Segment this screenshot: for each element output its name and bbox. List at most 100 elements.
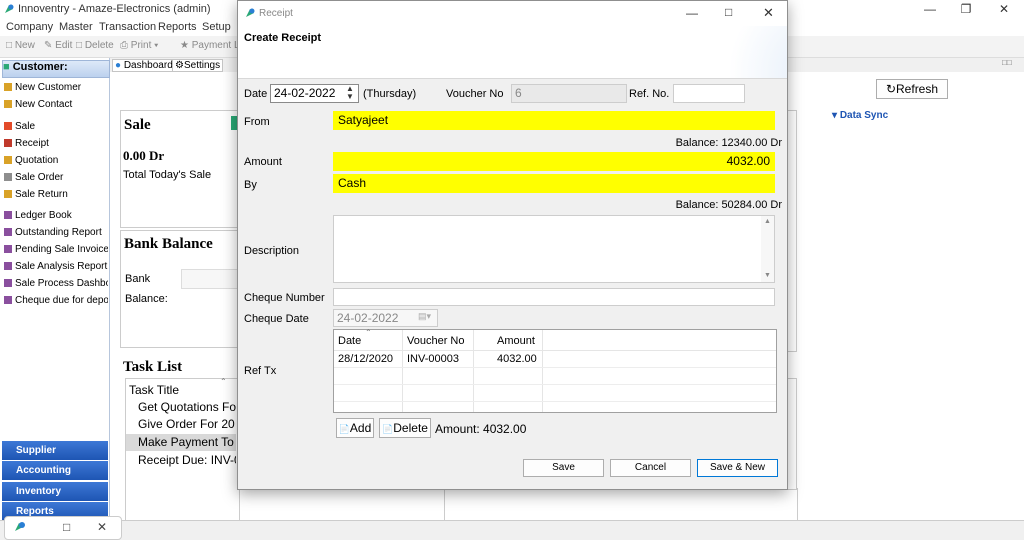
- cheque-icon: [4, 296, 12, 304]
- description-field[interactable]: [333, 215, 775, 283]
- scroll-up-icon[interactable]: ▲: [764, 218, 771, 225]
- cancel-button[interactable]: Cancel: [610, 459, 691, 477]
- scroll-down-icon[interactable]: ▼: [764, 272, 771, 279]
- sidebar-item-sale-order[interactable]: Sale Order: [4, 172, 108, 183]
- restore-icon[interactable]: □: [63, 520, 70, 534]
- reftx-cell-date[interactable]: 28/12/2020: [338, 353, 393, 365]
- sidebar-item-sale-return[interactable]: Sale Return: [4, 189, 108, 200]
- sidebar-item-cheque-due[interactable]: Cheque due for depos: [4, 295, 108, 306]
- sidebar-item-pending-sale-invoices[interactable]: Pending Sale Invoices: [4, 244, 108, 255]
- close-icon[interactable]: ✕: [994, 2, 1014, 16]
- sidebar-item-new-customer[interactable]: New Customer: [4, 82, 108, 93]
- bank-title: Bank Balance: [124, 236, 213, 252]
- sidebar-item-outstanding-report[interactable]: Outstanding Report: [4, 227, 108, 238]
- panel-controls-icon[interactable]: □□: [1002, 58, 1012, 67]
- restore-icon[interactable]: ❐: [956, 2, 976, 16]
- reftx-cell-voucher[interactable]: INV-00003: [407, 353, 459, 365]
- refresh-button[interactable]: ↻Refresh: [876, 79, 948, 99]
- add-icon: 📄: [338, 424, 350, 434]
- tab-settings[interactable]: ⚙Settings: [172, 59, 224, 72]
- task-title-column-header[interactable]: Task Title: [129, 383, 179, 397]
- dialog-minimize-icon[interactable]: —: [686, 6, 698, 20]
- sidebar-item-receipt[interactable]: Receipt: [4, 138, 108, 149]
- sidebar-header[interactable]: ■ Customer:: [2, 60, 110, 78]
- toolbar-delete-button[interactable]: □ Delete: [76, 40, 114, 51]
- menu-company[interactable]: Company: [6, 21, 53, 33]
- task-row[interactable]: Give Order For 20 L: [126, 416, 236, 433]
- sidebar-item-quotation[interactable]: Quotation: [4, 155, 108, 166]
- amount-field[interactable]: 4032.00: [333, 152, 775, 171]
- sidebar-section-inventory[interactable]: Inventory: [2, 482, 108, 501]
- grid-row-line: [334, 367, 776, 368]
- minimize-icon[interactable]: —: [920, 2, 940, 16]
- by-label: By: [244, 179, 257, 191]
- task-row-selected[interactable]: Make Payment To D: [126, 434, 236, 451]
- reftx-cell-amount[interactable]: 4032.00: [497, 353, 537, 365]
- menu-master[interactable]: Master: [59, 21, 93, 33]
- calendar-icon[interactable]: ▤▾: [418, 311, 431, 322]
- by-balance: Balance: 50284.00 Dr: [675, 199, 782, 211]
- date-spinner-icon[interactable]: ▲ ▼: [346, 85, 354, 101]
- cheque-date-label: Cheque Date: [244, 313, 309, 325]
- main-window-title: Innoventry - Amaze-Electronics (admin): [18, 3, 211, 15]
- toolbar-new-button[interactable]: □ New: [6, 40, 35, 51]
- reftx-col-amount[interactable]: Amount: [497, 335, 535, 347]
- date-label: Date: [244, 88, 268, 100]
- delete-icon: □: [76, 40, 83, 51]
- toolbar-print-button[interactable]: ⎙ Print ▾: [120, 40, 158, 51]
- bank-select[interactable]: [181, 269, 239, 289]
- dialog-close-icon[interactable]: ✕: [763, 5, 774, 21]
- minimized-window[interactable]: □ ✕: [4, 516, 122, 540]
- description-scrollbar[interactable]: ▲ ▼: [761, 216, 774, 282]
- from-field[interactable]: Satyajeet: [333, 111, 775, 130]
- app-logo-icon: [15, 522, 25, 531]
- tab-dashboard[interactable]: ● Dashboard: [112, 59, 176, 72]
- ref-label: Ref. No.: [629, 88, 670, 100]
- payment-icon: ★: [180, 40, 189, 51]
- gear-icon: ⚙: [175, 60, 184, 71]
- sidebar-item-new-contact[interactable]: New Contact: [4, 99, 108, 110]
- dialog-titlebar: Receipt — □ ✕: [238, 1, 787, 26]
- voucher-field: 6: [511, 84, 627, 103]
- close-icon[interactable]: ✕: [97, 520, 107, 534]
- menu-transaction[interactable]: Transaction: [99, 21, 156, 33]
- by-field[interactable]: Cash: [333, 174, 775, 193]
- menu-reports[interactable]: Reports: [158, 21, 197, 33]
- save-button[interactable]: Save: [523, 459, 604, 477]
- report-icon: [4, 245, 12, 253]
- sidebar-section-supplier[interactable]: Supplier: [2, 441, 108, 460]
- sidebar-item-sale[interactable]: Sale: [4, 121, 108, 132]
- from-balance: Balance: 12340.00 Dr: [675, 137, 782, 149]
- add-button[interactable]: 📄Add: [336, 418, 374, 438]
- chevron-down-icon: ▾: [154, 40, 159, 51]
- task-row[interactable]: Get Quotations For: [126, 399, 236, 416]
- task-row[interactable]: Receipt Due: INV-0: [126, 452, 236, 469]
- toolbar-payment-button[interactable]: ★ Payment Li: [180, 40, 242, 51]
- sidebar-item-ledger-book[interactable]: Ledger Book: [4, 210, 108, 221]
- reftx-col-date[interactable]: Date: [338, 335, 361, 347]
- dashboard-icon: [4, 279, 12, 287]
- toolbar-edit-button[interactable]: ✎ Edit: [44, 40, 72, 51]
- dialog-maximize-icon[interactable]: □: [725, 5, 732, 19]
- balance-label: Balance:: [125, 293, 168, 305]
- cheque-number-field[interactable]: [333, 288, 775, 306]
- description-label: Description: [244, 245, 300, 257]
- save-new-button[interactable]: Save & New: [697, 459, 778, 477]
- sidebar-item-sale-analysis-report[interactable]: Sale Analysis Report: [4, 261, 108, 272]
- chevron-down-icon: ▾: [832, 110, 838, 121]
- grid-divider: [542, 330, 543, 412]
- status-bar: [0, 520, 1024, 539]
- reftx-col-voucher[interactable]: Voucher No: [407, 335, 464, 347]
- app-logo-icon: [246, 8, 255, 17]
- data-sync-toggle[interactable]: ▾ Data Sync: [832, 110, 888, 121]
- customer-icon: [4, 83, 12, 91]
- ref-field[interactable]: [673, 84, 745, 103]
- sort-up-icon: ⌃: [220, 377, 227, 386]
- refresh-icon: ↻: [885, 82, 897, 96]
- dialog-header: Create Receipt: [238, 26, 787, 79]
- delete-button[interactable]: 📄Delete: [379, 418, 431, 438]
- menu-setup[interactable]: Setup: [202, 21, 231, 33]
- sidebar-item-sale-process-dashboard[interactable]: Sale Process Dashboa: [4, 278, 108, 289]
- report-icon: [4, 228, 12, 236]
- sidebar-section-accounting[interactable]: Accounting: [2, 461, 108, 480]
